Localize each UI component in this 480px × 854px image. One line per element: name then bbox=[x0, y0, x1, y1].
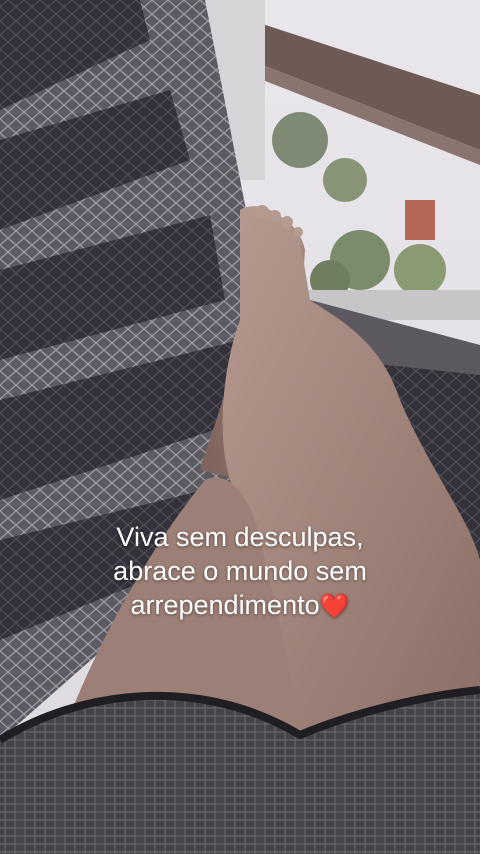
heart-emoji-icon: ❤️ bbox=[319, 592, 350, 620]
caption-line-1: Viva sem desculpas, bbox=[116, 522, 364, 552]
caption-line-3-text: arrependimento bbox=[130, 590, 320, 620]
caption-line-3: arrependimento❤️ bbox=[0, 588, 480, 623]
caption-line-2: abrace o mundo sem bbox=[113, 556, 367, 586]
story-photo: Viva sem desculpas, abrace o mundo sem a… bbox=[0, 0, 480, 854]
photo-illustration bbox=[0, 0, 480, 854]
story-caption: Viva sem desculpas, abrace o mundo sem a… bbox=[0, 520, 480, 623]
